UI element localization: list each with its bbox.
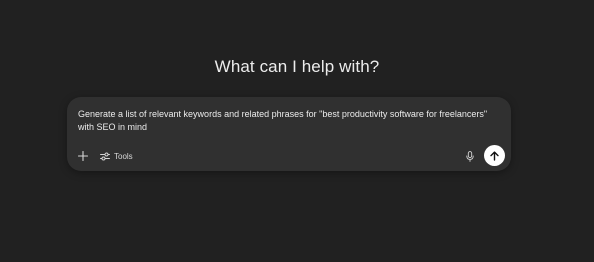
plus-icon bbox=[78, 151, 88, 161]
chat-page: What can I help with? Generate a list of… bbox=[0, 0, 594, 262]
send-button[interactable] bbox=[484, 145, 505, 166]
sliders-icon bbox=[100, 152, 110, 161]
prompt-composer[interactable]: Generate a list of relevant keywords and… bbox=[67, 97, 511, 171]
page-title: What can I help with? bbox=[214, 57, 380, 76]
tools-button[interactable]: Tools bbox=[97, 148, 136, 164]
microphone-icon bbox=[466, 150, 474, 162]
arrow-up-icon bbox=[490, 150, 499, 161]
add-attachment-button[interactable] bbox=[75, 148, 91, 164]
prompt-input[interactable]: Generate a list of relevant keywords and… bbox=[78, 108, 488, 134]
voice-input-button[interactable] bbox=[463, 148, 477, 164]
tools-label: Tools bbox=[114, 151, 133, 161]
